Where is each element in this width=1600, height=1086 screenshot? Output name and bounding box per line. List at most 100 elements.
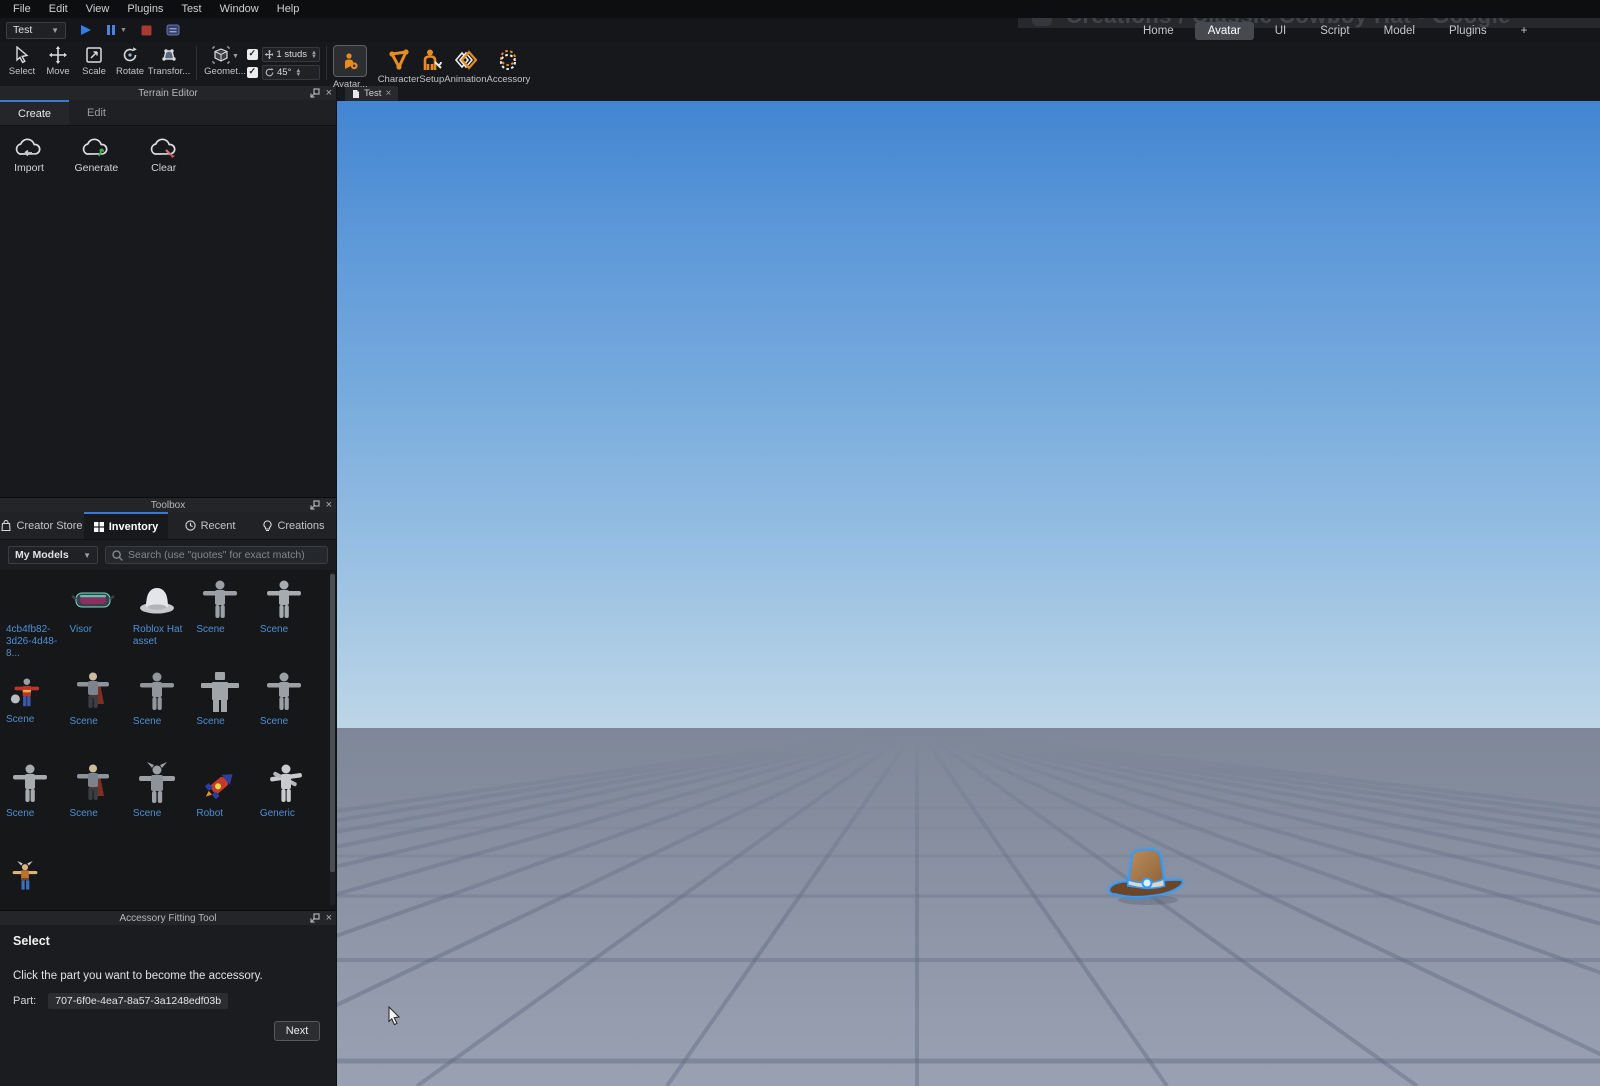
model-item[interactable]: Scene bbox=[69, 668, 128, 758]
animation-tool-button[interactable]: Animation bbox=[444, 48, 486, 85]
geometry-tool-button[interactable]: ▼ Geomet... bbox=[203, 46, 247, 77]
menu-edit[interactable]: Edit bbox=[40, 0, 77, 18]
pause-button[interactable]: ▼ bbox=[106, 21, 127, 39]
menu-plugins[interactable]: Plugins bbox=[118, 0, 172, 18]
ribbon-tab-home[interactable]: Home bbox=[1130, 22, 1187, 40]
ribbon-tab-model[interactable]: Model bbox=[1371, 22, 1428, 40]
white-hat-thumbnail bbox=[135, 578, 179, 622]
toolbox-tab-inventory[interactable]: Inventory bbox=[84, 512, 168, 539]
scale-tool-button[interactable]: Scale bbox=[76, 46, 112, 77]
model-item[interactable]: Visor bbox=[69, 576, 128, 666]
menu-help[interactable]: Help bbox=[268, 0, 309, 18]
model-item[interactable]: Scene bbox=[6, 668, 65, 758]
snap-rotate-field[interactable]: 45° ▲ ▼ bbox=[262, 65, 320, 80]
model-item[interactable]: 4cb4fb82-3d26-4d48-8... bbox=[6, 576, 65, 666]
model-item[interactable]: Generic bbox=[260, 760, 319, 850]
model-item[interactable]: Scene bbox=[260, 576, 319, 666]
ribbon-tab-script[interactable]: Script bbox=[1307, 22, 1362, 40]
ribbon-tab-avatar[interactable]: Avatar bbox=[1194, 22, 1254, 40]
model-item[interactable]: Robot bbox=[196, 760, 255, 850]
search-input[interactable] bbox=[128, 549, 321, 561]
model-item[interactable]: Scene bbox=[196, 576, 255, 666]
menu-file[interactable]: File bbox=[4, 0, 40, 18]
snap-rotate-stepper[interactable]: ▲ ▼ bbox=[295, 68, 301, 78]
rotate-icon bbox=[123, 47, 137, 62]
model-item[interactable]: Scene bbox=[6, 760, 65, 850]
model-item[interactable]: Scene bbox=[196, 668, 255, 758]
search-icon bbox=[112, 549, 123, 561]
model-item[interactable]: Scene bbox=[69, 760, 128, 850]
snap-move-field[interactable]: 1 studs ▲ ▼ bbox=[262, 47, 320, 62]
undock-icon[interactable] bbox=[310, 88, 320, 98]
rotate-snap-icon bbox=[265, 68, 274, 77]
snap-move-checkbox[interactable] bbox=[247, 48, 258, 60]
figure-thumbnail bbox=[8, 762, 52, 806]
client-server-button[interactable] bbox=[166, 21, 180, 39]
generate-cloud-icon bbox=[81, 137, 111, 157]
terrain-import-button[interactable]: Import bbox=[14, 137, 44, 174]
toolbox-header[interactable]: Toolbox × bbox=[0, 498, 336, 512]
select-tool-button[interactable]: Select bbox=[4, 46, 40, 77]
transform-icon bbox=[162, 49, 176, 61]
terrain-tab-create[interactable]: Create bbox=[0, 100, 70, 125]
undock-icon[interactable] bbox=[310, 500, 320, 510]
toolbox-search bbox=[105, 546, 328, 564]
model-item[interactable]: Scene bbox=[133, 668, 192, 758]
cowboy-hat-part[interactable] bbox=[1100, 842, 1196, 908]
sky bbox=[337, 101, 1600, 729]
avatar-tool-button[interactable]: Avatar... bbox=[333, 45, 368, 90]
stop-button[interactable] bbox=[141, 21, 152, 39]
snap-move-stepper[interactable]: ▲ ▼ bbox=[311, 50, 317, 60]
transform-tool-button[interactable]: Transfor... bbox=[148, 46, 190, 77]
terrain-editor-header[interactable]: Terrain Editor × bbox=[0, 86, 336, 100]
attachment-handle[interactable] bbox=[1141, 877, 1153, 889]
toolbox-tab-recent[interactable]: Recent bbox=[168, 512, 252, 539]
toolbox-scrollbar-thumb[interactable] bbox=[330, 574, 335, 872]
ribbon-tab-ui[interactable]: UI bbox=[1262, 22, 1300, 40]
model-item[interactable] bbox=[6, 852, 65, 910]
close-icon[interactable]: × bbox=[326, 499, 332, 511]
terrain-tab-edit[interactable]: Edit bbox=[69, 100, 124, 125]
fitting-tool-header[interactable]: Accessory Fitting Tool × bbox=[0, 911, 336, 925]
close-icon[interactable]: × bbox=[326, 912, 332, 924]
toolbox-tab-creator-store[interactable]: Creator Store bbox=[0, 512, 84, 539]
close-icon[interactable]: × bbox=[385, 88, 391, 99]
close-icon[interactable]: × bbox=[326, 87, 332, 99]
character-tool-button[interactable]: Character bbox=[378, 48, 419, 85]
model-item[interactable]: Scene bbox=[260, 668, 319, 758]
viewport-pane: Test × bbox=[337, 86, 1600, 1086]
part-value-field[interactable]: 707-6f0e-4ea7-8a57-3a1248edf03b bbox=[48, 993, 229, 1009]
category-filter-dropdown[interactable]: My Models ▼ bbox=[8, 546, 98, 564]
avatar-tool-selected-frame bbox=[333, 45, 368, 77]
menu-test[interactable]: Test bbox=[172, 0, 210, 18]
mouse-cursor bbox=[388, 1006, 401, 1026]
menu-window[interactable]: Window bbox=[211, 0, 268, 18]
model-item[interactable]: Scene bbox=[133, 760, 192, 850]
play-button[interactable] bbox=[80, 21, 92, 39]
rotate-tool-button[interactable]: Rotate bbox=[112, 46, 148, 77]
viewport-tab-strip: Test × bbox=[337, 86, 1600, 101]
svg-text:▼: ▼ bbox=[232, 53, 238, 60]
menu-view[interactable]: View bbox=[77, 0, 119, 18]
test-mode-dropdown[interactable]: Test ▼ bbox=[6, 21, 66, 39]
toolbox-panel: Toolbox × Creator Store Inventory Recent… bbox=[0, 497, 336, 910]
setup-person-wrench-icon bbox=[423, 49, 442, 70]
accessory-tool-button[interactable]: Accessory bbox=[486, 48, 530, 85]
terrain-generate-button[interactable]: Generate bbox=[74, 137, 118, 174]
geometry-cube-icon: ▼ bbox=[212, 46, 238, 64]
move-tool-button[interactable]: Move bbox=[40, 46, 76, 77]
toolbox-tab-creations[interactable]: Creations bbox=[252, 512, 336, 539]
terrain-clear-button[interactable]: Clear bbox=[149, 137, 179, 174]
setup-tool-button[interactable]: Setup bbox=[419, 48, 444, 85]
ribbon-tab-add[interactable]: + bbox=[1508, 22, 1541, 40]
import-cloud-icon bbox=[14, 137, 44, 157]
figure-thumbnail bbox=[262, 670, 306, 714]
ribbon-tab-plugins[interactable]: Plugins bbox=[1436, 22, 1500, 40]
menu-bar: File Edit View Plugins Test Window Help bbox=[0, 0, 1600, 18]
snap-rotate-checkbox[interactable] bbox=[247, 66, 258, 78]
model-item[interactable]: Roblox Hat asset bbox=[133, 576, 192, 666]
undock-icon[interactable] bbox=[310, 913, 320, 923]
pause-options-chevron[interactable]: ▼ bbox=[120, 27, 127, 34]
3d-scene-canvas[interactable] bbox=[337, 101, 1600, 1086]
next-button[interactable]: Next bbox=[274, 1021, 320, 1041]
